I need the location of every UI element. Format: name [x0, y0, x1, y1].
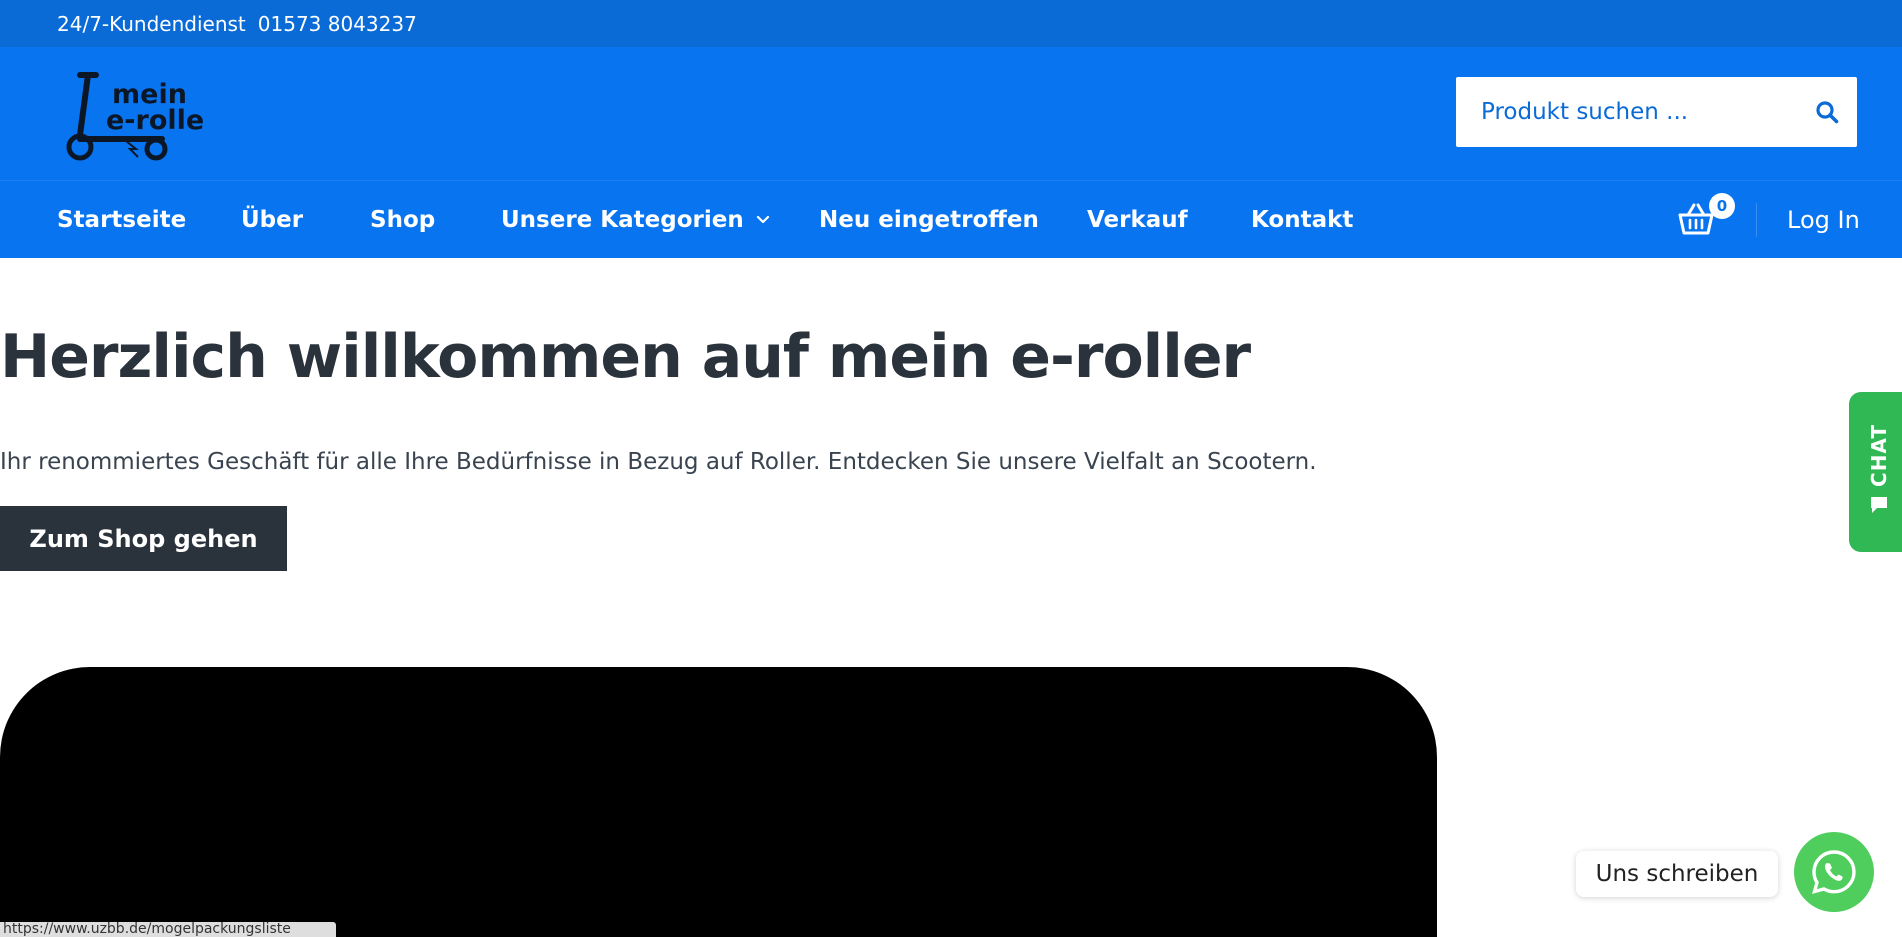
chevron-down-icon	[756, 215, 770, 225]
cart-count-badge: 0	[1709, 193, 1735, 219]
search-button[interactable]	[1797, 77, 1857, 147]
chat-bubble-icon	[1869, 495, 1889, 520]
nav-item-kontakt[interactable]: Kontakt	[1251, 181, 1353, 259]
site-logo[interactable]: mein e-roller	[66, 69, 218, 161]
main-nav: Startseite Über Shop Unsere Kategorien N…	[0, 180, 1902, 258]
login-link[interactable]: Log In	[1787, 181, 1860, 259]
logo-text-eroller: e-roller	[106, 105, 206, 136]
nav-item-startseite[interactable]: Startseite	[57, 181, 186, 259]
nav-divider	[1756, 203, 1757, 237]
scooter-logo-icon: mein e-roller	[66, 72, 218, 161]
chat-tab[interactable]: CHAT	[1849, 392, 1902, 552]
nav-item-label: Neu eingetroffen	[819, 207, 1039, 233]
service-phone[interactable]: 01573 8043237	[258, 12, 417, 36]
chat-tab-label: CHAT	[1867, 424, 1891, 487]
service-label: 24/7-Kundendienst	[57, 11, 246, 36]
whatsapp-label[interactable]: Uns schreiben	[1576, 851, 1778, 897]
nav-item-label: Shop	[370, 207, 436, 233]
whatsapp-button[interactable]	[1794, 832, 1874, 912]
hero-title: Herzlich willkommen auf mein e-roller	[0, 322, 1251, 392]
nav-item-label: Verkauf	[1087, 207, 1188, 233]
search-input[interactable]	[1456, 77, 1796, 147]
hero-subtitle: Ihr renommiertes Geschäft für alle Ihre …	[0, 449, 1317, 475]
nav-item-kategorien[interactable]: Unsere Kategorien	[501, 181, 770, 259]
browser-status-url: https://www.uzbb.de/mogelpackungsliste	[0, 922, 336, 937]
nav-item-shop[interactable]: Shop	[370, 181, 435, 259]
nav-item-label: Startseite	[57, 207, 187, 233]
product-search	[1456, 77, 1857, 147]
whatsapp-icon	[1812, 850, 1856, 894]
nav-item-label: Über	[241, 207, 304, 233]
topbar: 24/7-Kundendienst 01573 8043237	[0, 0, 1902, 47]
shop-cta-button[interactable]: Zum Shop gehen	[0, 506, 287, 571]
nav-item-neu-eingetroffen[interactable]: Neu eingetroffen	[819, 181, 1039, 259]
nav-item-verkauf[interactable]: Verkauf	[1087, 181, 1188, 259]
nav-item-label: Unsere Kategorien	[501, 207, 744, 233]
nav-item-label: Kontakt	[1251, 207, 1354, 233]
search-icon	[1816, 101, 1839, 124]
hero-media	[0, 667, 1437, 937]
nav-item-ueber[interactable]: Über	[241, 181, 303, 259]
site-header: mein e-roller	[0, 47, 1902, 180]
